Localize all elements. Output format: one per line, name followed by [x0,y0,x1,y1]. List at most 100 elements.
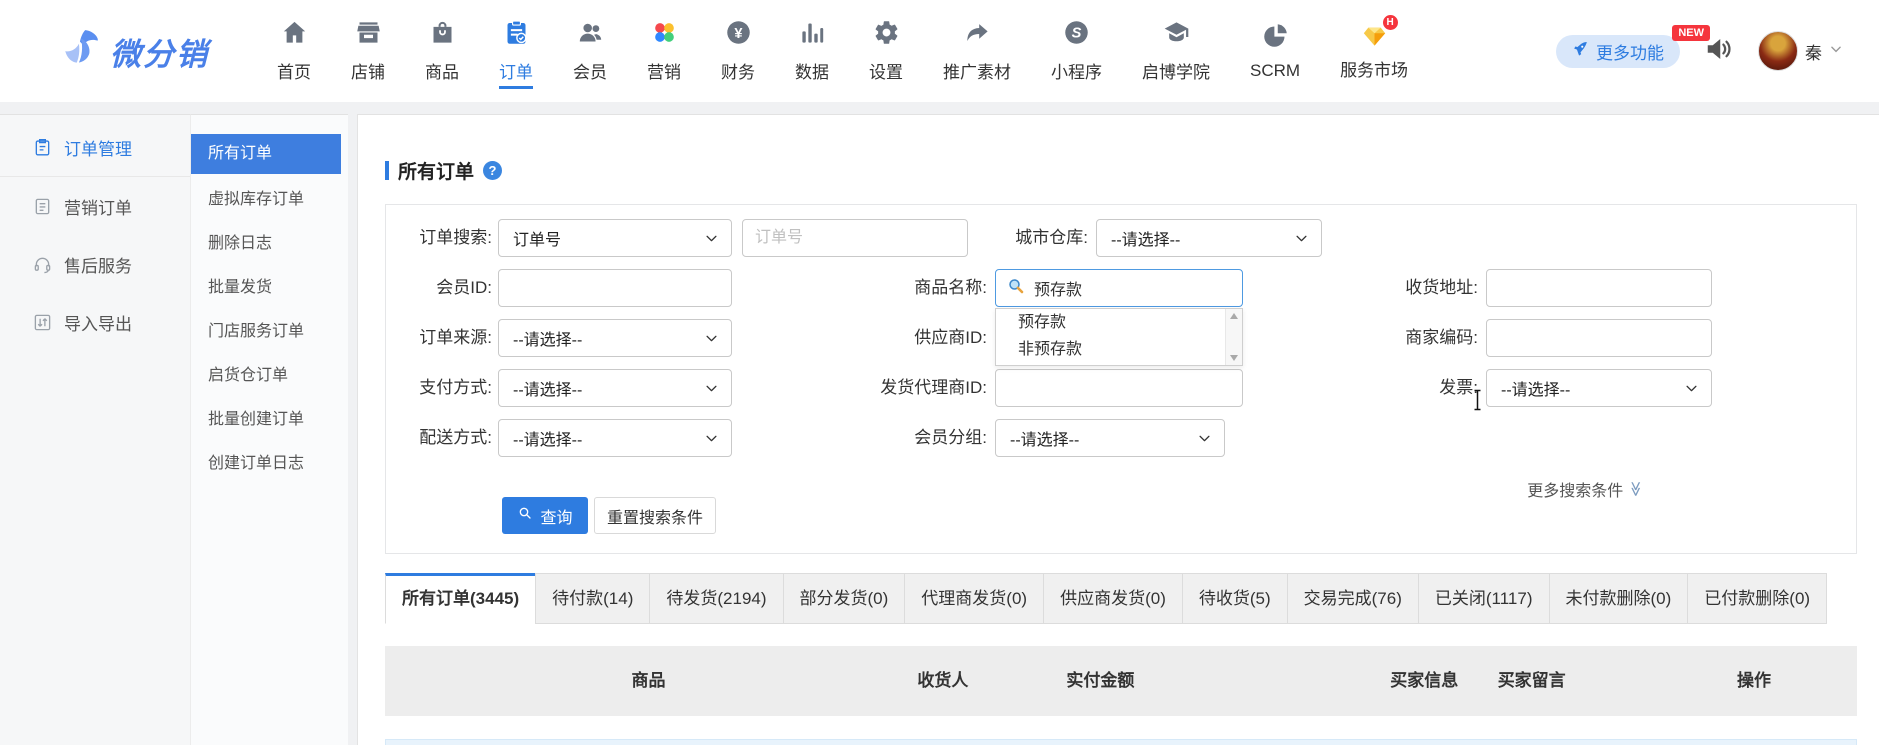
search-button[interactable]: 查询 [502,497,588,534]
chevron-down-icon [704,231,719,246]
invoice-select[interactable]: --请选择-- [1486,369,1712,407]
nav-item-member[interactable]: 会员 [553,0,627,102]
scroll-down-icon[interactable] [1230,355,1238,361]
nav-item-label: 服务市场 [1340,56,1408,81]
logo-mark-icon [58,26,104,77]
chevron-down-icon [704,431,719,446]
nav-item-scrm[interactable]: SCRM [1230,0,1320,102]
delivery-method-select[interactable]: --请选择-- [498,419,732,457]
new-badge: NEW [1672,25,1710,41]
col-buyer-message: 买家留言 [1498,646,1566,716]
more-features-button[interactable]: 更多功能 NEW [1556,35,1680,68]
sidebar-item-marketing-orders[interactable]: 营销订单 [0,177,190,235]
pie-chart-icon [1262,22,1289,54]
submenu-all-orders[interactable]: 所有订单 [191,134,341,174]
sidebar-item-order-management[interactable]: 订单管理 [0,119,190,177]
tab-all-orders[interactable]: 所有订单(3445) [385,573,536,624]
chevron-down-icon [704,331,719,346]
member-group-select[interactable]: --请选择-- [995,419,1225,457]
more-search-conditions-link[interactable]: 更多搜索条件 ≫ [1527,477,1644,501]
sidebar-item-label: 导入导出 [64,310,132,335]
submenu-store-service-orders[interactable]: 门店服务订单 [191,310,348,354]
member-id-input[interactable] [498,269,732,307]
order-status-tabs: 所有订单(3445) 待付款(14) 待发货(2194) 部分发货(0) 代理商… [385,573,1856,624]
nav-item-service-market[interactable]: H 服务市场 [1320,0,1428,102]
order-clipboard-icon [503,19,530,51]
order-search-type-select[interactable]: 订单号 [498,219,732,257]
product-name-input[interactable]: 预存款 [995,269,1243,307]
users-icon [577,19,604,51]
merchant-code-input[interactable] [1486,319,1712,357]
nav-item-label: SCRM [1250,61,1300,81]
tab-pending-shipment[interactable]: 待发货(2194) [649,573,783,624]
nav-item-label: 会员 [573,58,607,83]
scroll-up-icon[interactable] [1230,313,1238,319]
nav-item-shop[interactable]: 店铺 [331,0,405,102]
double-chevron-down-icon: ≫ [1627,481,1645,497]
nav-item-finance[interactable]: ¥ 财务 [701,0,775,102]
col-consignee: 收货人 [917,646,968,716]
help-icon[interactable]: ? [483,161,502,180]
nav-item-order[interactable]: 订单 [479,0,553,102]
h-badge: H [1383,15,1398,30]
yuan-coin-icon: ¥ [725,19,752,51]
chevron-down-icon [1684,381,1699,396]
city-warehouse-select[interactable]: --请选择-- [1096,219,1322,257]
tab-paid-deleted[interactable]: 已付款删除(0) [1687,573,1827,624]
order-no-input[interactable] [742,219,968,257]
receive-address-input[interactable] [1486,269,1712,307]
submenu-create-order-log[interactable]: 创建订单日志 [191,442,348,486]
tab-pending-receipt[interactable]: 待收货(5) [1182,573,1288,624]
col-buyer-info: 买家信息 [1390,646,1458,716]
tab-agent-shipment[interactable]: 代理商发货(0) [904,573,1044,624]
text-cursor [1472,389,1483,416]
merchant-code-label: 商家编码: [1327,319,1478,357]
product-name-value: 预存款 [1034,276,1082,300]
nav-item-marketing[interactable]: 营销 [627,0,701,102]
tab-completed[interactable]: 交易完成(76) [1287,573,1419,624]
nav-item-label: 营销 [647,58,681,83]
share-arrow-icon [964,19,991,51]
tab-unpaid-deleted[interactable]: 未付款删除(0) [1549,573,1689,624]
order-search-label: 订单搜索: [386,219,492,257]
member-group-label: 会员分组: [836,419,987,457]
sidebar-item-after-sales[interactable]: 售后服务 [0,235,190,293]
tab-closed[interactable]: 已关闭(1117) [1418,573,1550,624]
sidebar-item-import-export[interactable]: 导入导出 [0,293,190,351]
nav-item-promo-material[interactable]: 推广素材 [923,0,1031,102]
gem-icon: H [1361,22,1388,49]
nav-item-label: 设置 [869,58,903,83]
tab-pending-payment[interactable]: 待付款(14) [535,573,650,624]
nav-item-data[interactable]: 数据 [775,0,849,102]
product-name-label: 商品名称: [836,269,987,307]
title-accent-bar [385,161,389,180]
nav-item-label: 订单 [499,58,533,83]
pay-method-select[interactable]: --请选择-- [498,369,732,407]
search-form-panel: 订单搜索: 订单号 城市仓库: --请选择-- 会员ID: 商品名称: 预存款 … [385,204,1857,554]
sidebar-item-label: 营销订单 [64,194,132,219]
submenu-batch-create-orders[interactable]: 批量创建订单 [191,398,348,442]
dropdown-option[interactable]: 非预存款 [996,336,1242,363]
order-source-select[interactable]: --请选择-- [498,319,732,357]
dropdown-scrollbar[interactable] [1225,309,1242,365]
nav-item-mini-program[interactable]: S 小程序 [1031,0,1122,102]
ship-agent-id-input[interactable] [995,369,1243,407]
nav-item-settings[interactable]: 设置 [849,0,923,102]
city-warehouse-label: 城市仓库: [942,219,1088,257]
submenu-batch-shipping[interactable]: 批量发货 [191,266,348,310]
submenu-qihuo-warehouse-orders[interactable]: 启货仓订单 [191,354,348,398]
dropdown-option[interactable]: 预存款 [996,309,1242,336]
reset-search-button[interactable]: 重置搜索条件 [594,497,716,534]
store-icon [355,19,382,51]
submenu-delete-log[interactable]: 删除日志 [191,222,348,266]
nav-item-product[interactable]: 商品 [405,0,479,102]
nav-item-qibo-academy[interactable]: 启博学院 [1122,0,1230,102]
sidebar-item-label: 订单管理 [64,135,132,160]
nav-item-home[interactable]: 首页 [257,0,331,102]
submenu-virtual-stock-orders[interactable]: 虚拟库存订单 [191,178,348,222]
tab-partial-shipment[interactable]: 部分发货(0) [783,573,906,624]
app-logo[interactable]: 微分销 [58,26,209,77]
tab-supplier-shipment[interactable]: 供应商发货(0) [1043,573,1183,624]
home-icon [281,19,308,51]
user-menu[interactable]: 秦 [1758,31,1843,71]
